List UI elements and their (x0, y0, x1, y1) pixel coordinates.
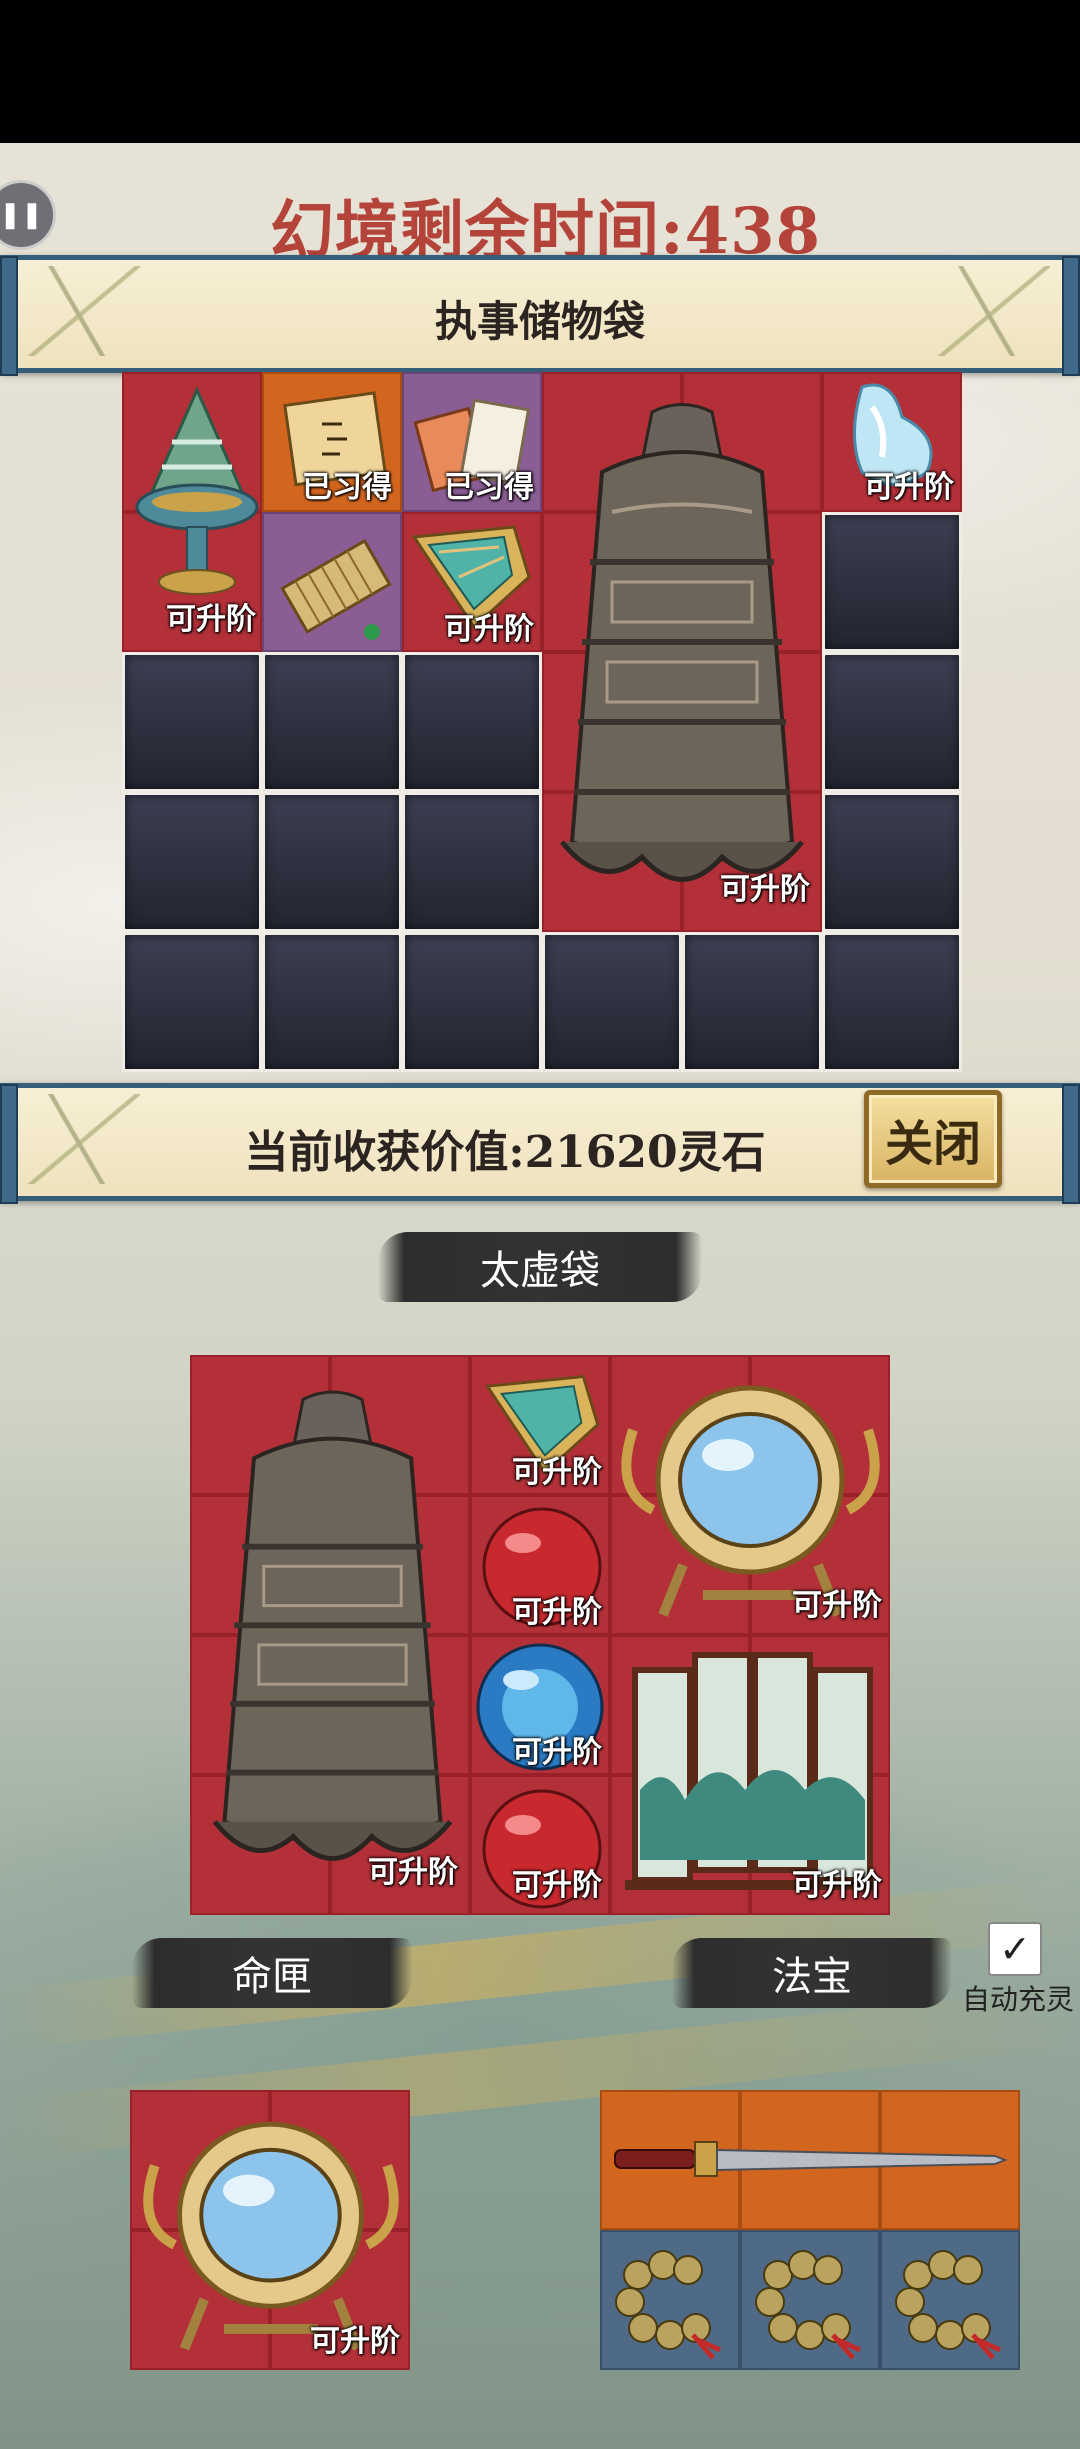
minggai-grid: 可升阶 (130, 2090, 410, 2370)
auto-recharge-label: 自动充灵 (962, 1983, 1075, 2016)
bronze-bell-icon[interactable] (542, 402, 822, 912)
storage-bag-banner: 执事储物袋 (0, 255, 1080, 376)
storage-grid: 可升阶 已习得 已习得 可升阶 可升阶 可升阶 (122, 372, 962, 1072)
minggai-title: 命匣 (132, 1938, 412, 2008)
item-status-label: 可升阶 (720, 872, 810, 907)
empty-slot[interactable] (262, 932, 402, 1072)
item-status-label: 可升阶 (310, 2324, 400, 2359)
taixu-grid: 可升阶 可升阶 可升阶 可升阶 可升阶 可升阶 可升阶 (190, 1355, 890, 1915)
item-status-label: 可升阶 (512, 1595, 602, 1630)
coin-sword-icon[interactable] (888, 2240, 1013, 2365)
empty-slot[interactable] (822, 792, 962, 932)
item-status-label: 已习得 (302, 470, 392, 505)
taixu-bag-title: 太虚袋 (378, 1232, 702, 1302)
fabao-grid (600, 2090, 1020, 2370)
empty-slot[interactable] (402, 792, 542, 932)
item-status-label: 可升阶 (444, 612, 534, 647)
coin-sword-icon[interactable] (748, 2240, 873, 2365)
empty-slot[interactable] (262, 652, 402, 792)
empty-slot[interactable] (682, 932, 822, 1072)
auto-recharge-checkbox[interactable]: ✓ (988, 1922, 1042, 1976)
item-status-label: 已习得 (444, 470, 534, 505)
item-status-label: 可升阶 (864, 470, 954, 505)
item-status-label: 可升阶 (792, 1868, 882, 1903)
item-status-label: 可升阶 (512, 1735, 602, 1770)
sword-icon[interactable] (610, 2120, 1010, 2200)
empty-slot[interactable] (542, 932, 682, 1072)
item-status-label: 可升阶 (512, 1868, 602, 1903)
coin-sword-icon[interactable] (608, 2240, 733, 2365)
fabao-title: 法宝 (672, 1938, 952, 2008)
check-icon: ✓ (999, 1927, 1031, 1971)
item-status-label: 可升阶 (166, 602, 256, 637)
bronze-bell-icon[interactable] (195, 1375, 470, 1905)
pause-icon: ❚❚ (0, 200, 43, 230)
empty-slot[interactable] (402, 932, 542, 1072)
empty-slot[interactable] (822, 932, 962, 1072)
bamboo-scroll-icon[interactable] (272, 522, 397, 647)
close-button[interactable]: 关闭 (864, 1090, 1002, 1188)
empty-slot[interactable] (122, 932, 262, 1072)
empty-slot[interactable] (822, 652, 962, 792)
empty-slot[interactable] (402, 652, 542, 792)
item-status-label: 可升阶 (792, 1588, 882, 1623)
empty-slot[interactable] (822, 512, 962, 652)
storage-bag-title: 执事储物袋 (434, 297, 645, 346)
item-status-label: 可升阶 (512, 1455, 602, 1490)
empty-slot[interactable] (262, 792, 402, 932)
item-status-label: 可升阶 (368, 1855, 458, 1890)
empty-slot[interactable] (122, 652, 262, 792)
empty-slot[interactable] (122, 792, 262, 932)
